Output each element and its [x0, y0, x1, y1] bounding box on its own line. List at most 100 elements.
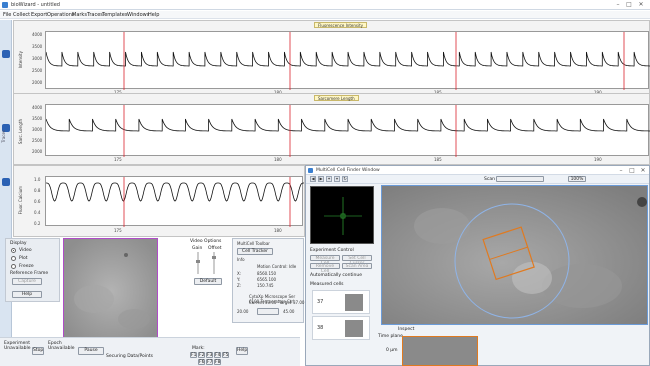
x-tick: 180 [274, 228, 282, 233]
menu-help[interactable]: Help [148, 12, 159, 18]
cell-number: 37 [317, 299, 324, 305]
list-item[interactable]: 37 [312, 290, 370, 314]
mark-f1[interactable]: F1 [190, 352, 197, 358]
menu-collect[interactable]: Collect [13, 12, 30, 18]
plot-area[interactable] [45, 104, 650, 157]
menu-file[interactable]: File [3, 12, 11, 18]
panel-toggle-3[interactable] [2, 178, 10, 186]
scan-field[interactable] [496, 176, 544, 182]
camera-view[interactable] [63, 238, 158, 343]
close-button[interactable]: ✕ [636, 1, 646, 8]
plot-area[interactable] [45, 176, 304, 227]
remove-cell-button[interactable]: Remove Cell [310, 263, 340, 274]
trace-svg [46, 32, 650, 90]
radio-plot[interactable] [11, 256, 16, 261]
capture-button[interactable]: Capture [12, 278, 42, 285]
default-button[interactable]: Default [194, 278, 222, 285]
mark-f8[interactable]: F8 [214, 359, 221, 365]
radio-freeze[interactable] [11, 264, 16, 269]
y-tick: 4000 [32, 32, 43, 37]
trace-line [46, 182, 304, 202]
mc-minimize[interactable]: – [616, 167, 626, 174]
refresh-icon[interactable]: ↻ [342, 176, 348, 182]
trace-svg [46, 105, 650, 157]
mark-f3[interactable]: F3 [206, 352, 213, 358]
z-label: Z: [237, 283, 242, 288]
gain-offset-sliders[interactable] [194, 252, 224, 274]
forward-icon[interactable]: ▶ [318, 176, 324, 182]
title-bar: bioWizard - untitled – □ ✕ [0, 0, 650, 10]
mc-toolbar: ◀ ▶ ✦ ⌖ ↻ Scan 100% [306, 175, 649, 184]
measure-cell-button[interactable]: Measure Cell [310, 255, 340, 266]
window-title: bioWizard - untitled [11, 2, 60, 8]
y-tick: 0.4 [34, 210, 41, 215]
radio-plot-label: Plot [19, 256, 28, 261]
x-tick: 185 [434, 157, 442, 162]
display-panel: Display Video Plot Freeze Reference Fram… [5, 238, 60, 302]
plot-area[interactable] [45, 31, 650, 90]
toolbar-title: MultiCell Toolbar [237, 241, 270, 246]
mark-f6[interactable]: F6 [198, 359, 205, 365]
maximize-button[interactable]: □ [624, 1, 634, 8]
panel-toggle-1[interactable] [2, 50, 10, 58]
menu-templates[interactable]: Templates [102, 12, 127, 18]
cell-number: 38 [317, 325, 324, 331]
minimize-button[interactable]: – [613, 1, 623, 8]
menu-windows[interactable]: Windows [127, 12, 149, 18]
time-value: 0 µm [386, 348, 398, 353]
current-label: Current [249, 300, 265, 305]
trace-panel-sarcomere: Sarcomere Length Sarc. Length 4000 3500 … [13, 93, 650, 165]
menu-marks[interactable]: Marks [72, 12, 87, 18]
mc-title: MultiCell Cell Finder Window [316, 168, 380, 173]
experiment-status: Experiment Unavailable [4, 341, 31, 351]
overview-map[interactable] [310, 186, 374, 244]
cell-image-view[interactable] [381, 185, 648, 325]
set-cursor-button[interactable]: Set Cell Cursor [342, 255, 372, 266]
radio-video-label: Video [19, 248, 32, 253]
mark-f7[interactable]: F7 [206, 359, 213, 365]
menu-operations[interactable]: Operations [47, 12, 75, 18]
inspect-thumbnail[interactable] [402, 336, 478, 366]
z-value: 150.745 [257, 283, 274, 288]
cell-tracker-button[interactable]: Cell Tracker [237, 248, 273, 255]
temp-slider[interactable] [257, 308, 279, 315]
status-text: Securing Data/Points [106, 354, 153, 359]
strip-label: Traces [1, 130, 6, 143]
menu-bar: File Collect Export Operations Marks Tra… [0, 11, 650, 19]
y-axis-label: Intensity [18, 51, 23, 69]
video-options-title: Video Options [190, 239, 222, 244]
target-icon[interactable]: ⌖ [334, 176, 340, 182]
mark-f4[interactable]: F4 [214, 352, 221, 358]
stop-button[interactable]: Stop [32, 347, 44, 355]
y-tick: 4000 [32, 105, 43, 110]
gain-label: Gain [192, 246, 203, 251]
pause-button[interactable]: Pause [78, 347, 104, 355]
scan-area-button[interactable]: Scan Area [342, 263, 372, 269]
scan-label: Scan [484, 177, 495, 182]
menu-export[interactable]: Export [31, 12, 47, 18]
star-icon[interactable]: ✦ [326, 176, 332, 182]
y-tick: 2500 [32, 138, 43, 143]
radio-video[interactable] [11, 248, 16, 253]
mc-maximize[interactable]: □ [627, 167, 637, 174]
x-tick: 190 [594, 157, 602, 162]
y-tick: 2000 [32, 80, 43, 85]
help-button[interactable]: Help [12, 291, 42, 298]
y-tick: 3000 [32, 56, 43, 61]
y-axis-label: Fluor. Calcium [18, 186, 23, 215]
help-button[interactable]: Help [236, 347, 248, 355]
trace-panel-intensity: Fluorescence Intensity Intensity 4000 35… [13, 20, 650, 98]
y-tick: 3500 [32, 44, 43, 49]
mark-f2[interactable]: F2 [198, 352, 205, 358]
list-item[interactable]: 38 [312, 316, 370, 340]
mc-close[interactable]: ✕ [638, 167, 648, 174]
range-high: 45.00 [283, 309, 295, 314]
y-tick: 0.6 [34, 199, 41, 204]
back-icon[interactable]: ◀ [310, 176, 316, 182]
zoom-select[interactable]: 100% [568, 176, 586, 182]
mark-f5[interactable]: F5 [222, 352, 229, 358]
y-axis-label: Sarc. Length [18, 119, 23, 145]
menu-traces[interactable]: Traces [87, 12, 103, 18]
mc-app-icon [308, 168, 313, 173]
panel-header: Fluorescence Intensity [14, 21, 649, 30]
